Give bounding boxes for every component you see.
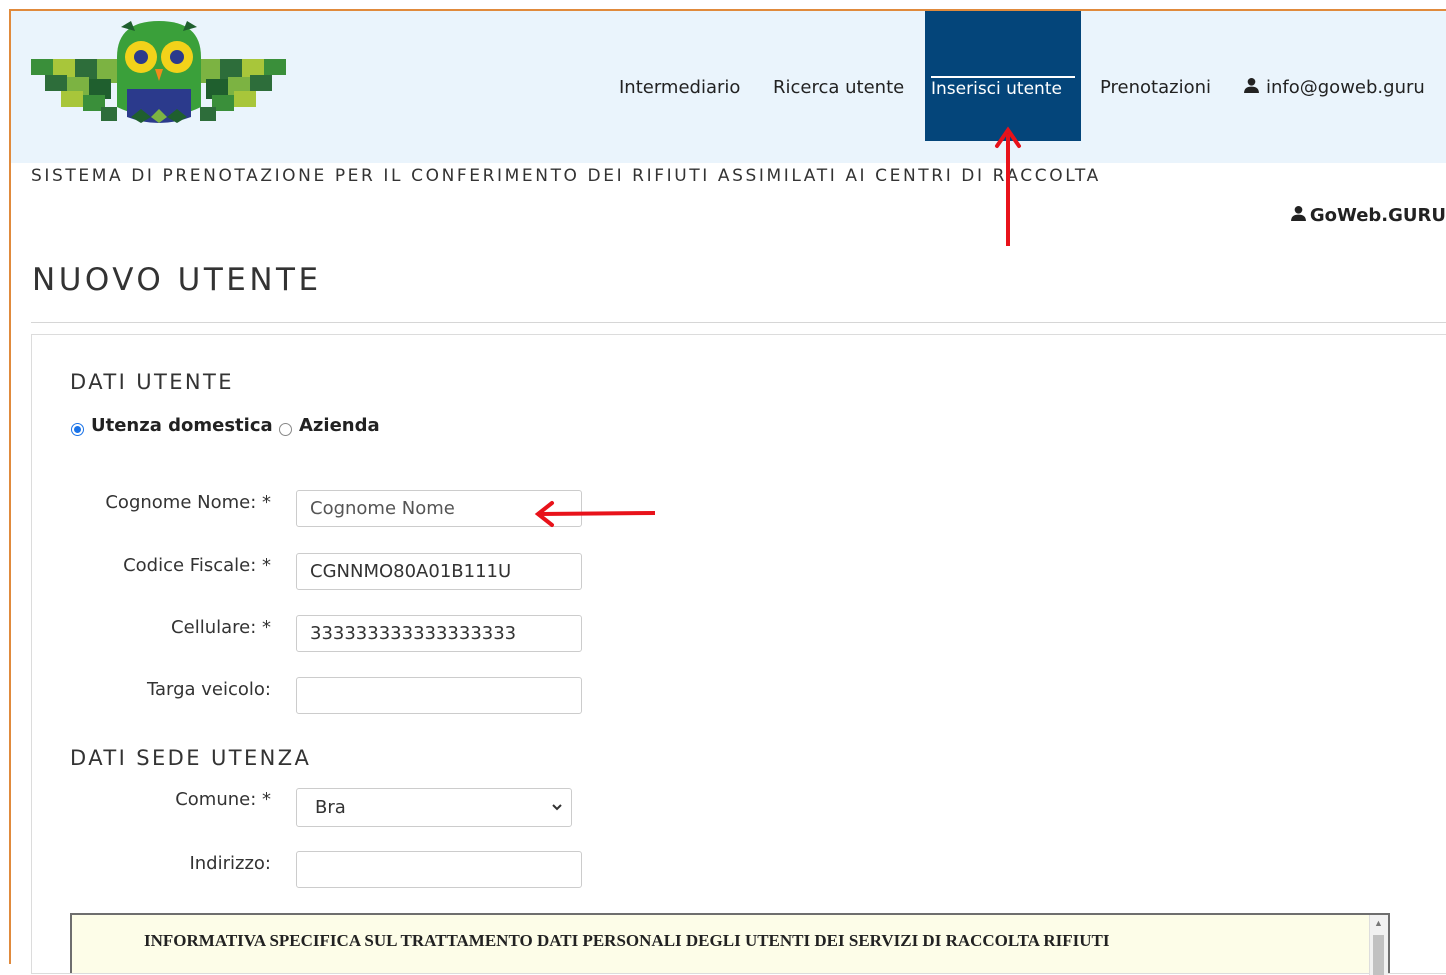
cellulare-input[interactable]: 333333333333333333 — [296, 615, 582, 652]
radio-utenza-domestica[interactable] — [71, 423, 84, 436]
radio-label-utenza-domestica[interactable]: Utenza domestica — [91, 415, 273, 436]
informativa-box: INFORMATIVA SPECIFICA SUL TRATTAMENTO DA… — [70, 913, 1390, 975]
account-email: info@goweb.guru — [1266, 77, 1425, 98]
nav-item-intermediario[interactable]: Intermediario — [619, 77, 740, 98]
user-icon — [1244, 77, 1259, 93]
nav-item-inserisci-utente-label: Inserisci utente — [931, 79, 1062, 99]
site-subtitle: SISTEMA DI PRENOTAZIONE PER IL CONFERIME… — [31, 166, 1101, 186]
nav-item-account[interactable]: info@goweb.guru — [1243, 77, 1425, 98]
radio-azienda[interactable] — [279, 423, 292, 436]
indirizzo-input[interactable] — [296, 851, 582, 888]
owl-logo[interactable] — [31, 17, 286, 127]
chevron-down-icon — [551, 789, 563, 841]
page-title: NUOVO UTENTE — [32, 262, 322, 298]
cognome-nome-input[interactable]: Cognome Nome — [296, 490, 582, 527]
nav-item-ricerca-utente[interactable]: Ricerca utente — [773, 77, 904, 98]
nav-item-prenotazioni[interactable]: Prenotazioni — [1100, 77, 1211, 98]
site-header: Intermediario Ricerca utente Inserisci u… — [11, 11, 1446, 163]
user-icon — [1290, 205, 1306, 221]
comune-selected-value: Bra — [315, 797, 346, 818]
logged-user[interactable]: GoWeb.GURU — [1290, 205, 1446, 226]
cellulare-label: Cellulare: * — [171, 617, 271, 638]
targa-veicolo-input[interactable] — [296, 677, 582, 714]
active-underline — [931, 76, 1075, 78]
informativa-title: INFORMATIVA SPECIFICA SUL TRATTAMENTO DA… — [144, 931, 1110, 950]
section-heading-dati-utente: DATI UTENTE — [70, 370, 234, 394]
logged-user-name: GoWeb.GURU — [1309, 205, 1446, 226]
cognome-nome-label: Cognome Nome: * — [105, 492, 271, 513]
scroll-thumb[interactable] — [1373, 935, 1384, 975]
divider — [31, 322, 1446, 323]
nav-item-inserisci-utente[interactable]: Inserisci utente — [925, 11, 1081, 141]
codice-fiscale-input[interactable]: CGNNMO80A01B111U — [296, 553, 582, 590]
section-heading-dati-sede: DATI SEDE UTENZA — [70, 746, 312, 770]
radio-label-azienda[interactable]: Azienda — [299, 415, 380, 436]
indirizzo-label: Indirizzo: — [189, 853, 271, 874]
targa-veicolo-label: Targa veicolo: — [146, 679, 271, 700]
scroll-up-icon[interactable]: ▲ — [1374, 918, 1383, 928]
informativa-scrollbar[interactable]: ▲ — [1369, 915, 1388, 975]
comune-label: Comune: * — [175, 789, 271, 810]
codice-fiscale-label: Codice Fiscale: * — [123, 555, 271, 576]
comune-select[interactable]: Bra — [296, 788, 572, 827]
